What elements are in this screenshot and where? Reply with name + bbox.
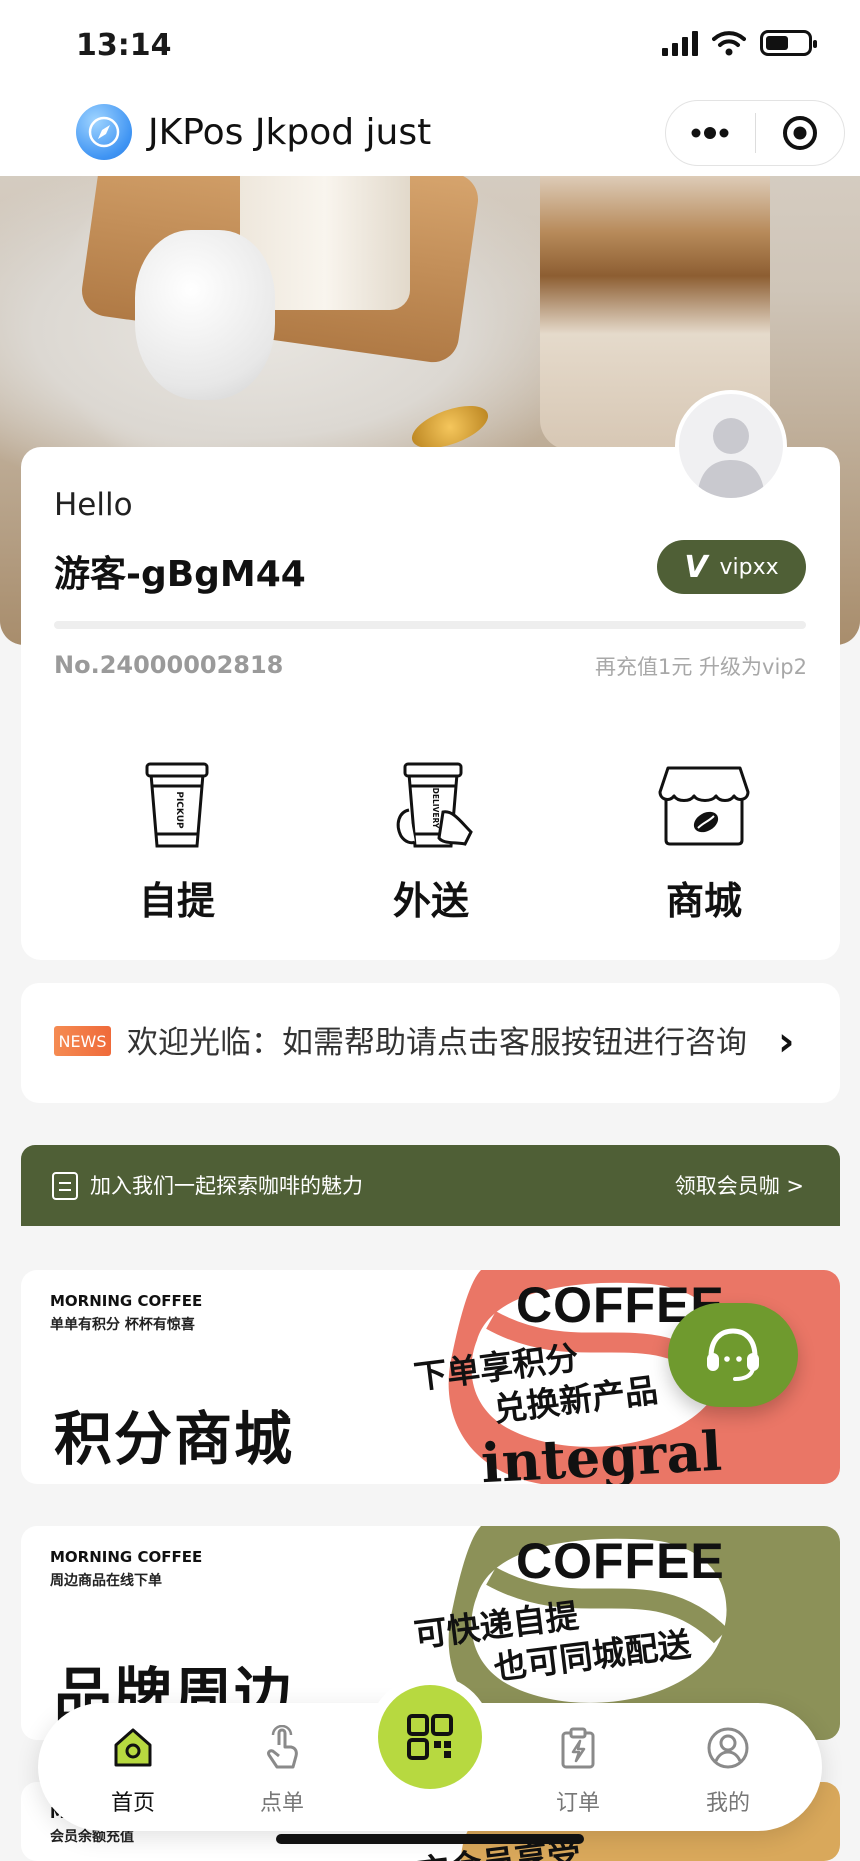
service-store[interactable]: 商城: [624, 752, 784, 925]
store-icon: [658, 766, 750, 846]
notice-bar[interactable]: NEWS 欢迎光临：如需帮助请点击客服按钮进行咨询 ›: [21, 983, 840, 1103]
more-menu-button[interactable]: [666, 101, 755, 165]
username[interactable]: 游客-gBgM44: [54, 545, 306, 597]
avatar[interactable]: [675, 390, 787, 502]
claim-member-coffee-link[interactable]: 领取会员咖 >: [675, 1170, 804, 1200]
app-title: JKPos Jkpod just: [148, 112, 432, 153]
promo-subtitle: 周边商品在线下单: [50, 1573, 162, 1589]
promo-script-word: integral: [479, 1418, 724, 1484]
tab-label: 我的: [705, 1791, 750, 1816]
headset-icon: [707, 1328, 759, 1381]
promo-title: 积分商城: [54, 1405, 295, 1473]
vip-v-icon: V: [684, 549, 708, 585]
service-label: 自提: [138, 879, 215, 923]
service-delivery[interactable]: DELIVERY 外送: [351, 752, 511, 925]
battery-icon: [760, 30, 817, 56]
tab-label: 首页: [110, 1791, 155, 1816]
home-icon: [114, 1728, 152, 1767]
tab-order-menu[interactable]: 点单: [232, 1724, 332, 1817]
mini-program-capsule: [665, 100, 845, 166]
member-number: No.24000002818: [54, 651, 284, 679]
service-label: 外送: [392, 879, 469, 923]
tab-label: 点单: [259, 1791, 304, 1816]
order-clipboard-icon: [561, 1727, 595, 1769]
default-avatar-icon: [697, 418, 765, 498]
tab-bar: 首页 点单 订单 我的: [38, 1685, 822, 1831]
svg-text:DELIVERY: DELIVERY: [431, 788, 440, 829]
qr-scan-icon: [407, 1714, 453, 1760]
more-dots-icon: [691, 127, 729, 139]
tab-label: 订单: [555, 1791, 600, 1816]
service-label: 商城: [665, 879, 742, 923]
profile-icon: [707, 1727, 749, 1769]
vip-badge[interactable]: V vipxx: [657, 540, 806, 594]
home-indicator: [276, 1834, 584, 1844]
scan-code-button[interactable]: [378, 1685, 482, 1789]
chevron-right-icon: ›: [778, 1019, 795, 1065]
cellular-signal-icon: [662, 30, 698, 56]
promo-kicker: MORNING COFFEE: [50, 1292, 203, 1310]
svg-text:PICKUP: PICKUP: [174, 791, 184, 829]
promo-subtitle: 单单有积分 杯杯有惊喜: [50, 1317, 195, 1333]
app-logo-icon: [76, 104, 132, 160]
delivery-cup-icon: DELIVERY: [396, 762, 473, 848]
promo-kicker: MORNING COFFEE: [50, 1548, 203, 1566]
document-icon: [52, 1172, 78, 1200]
status-bar: 13:14: [0, 0, 860, 92]
pickup-cup-icon: PICKUP: [145, 762, 209, 848]
customer-service-button[interactable]: [668, 1303, 798, 1407]
news-tag: NEWS: [54, 1026, 111, 1056]
target-close-icon: [782, 116, 817, 150]
vip-progress-bar: [54, 621, 806, 629]
tab-orders[interactable]: 订单: [528, 1725, 628, 1817]
upgrade-hint: 再充值1元 升级为vip2: [595, 655, 807, 679]
join-banner[interactable]: 加入我们一起探索咖啡的魅力 领取会员咖 >: [21, 1145, 840, 1226]
close-mini-program-button[interactable]: [756, 101, 845, 165]
wifi-icon: [712, 31, 746, 56]
status-time: 13:14: [76, 28, 172, 63]
notice-text: 欢迎光临：如需帮助请点击客服按钮进行咨询: [127, 1025, 747, 1061]
service-pickup[interactable]: PICKUP 自提: [97, 752, 257, 925]
tap-hand-icon: [267, 1724, 298, 1769]
join-banner-text: 加入我们一起探索咖啡的魅力: [90, 1174, 363, 1198]
mini-program-title-bar: JKPos Jkpod just: [0, 92, 860, 176]
vip-level: vipxx: [719, 554, 779, 580]
tab-home[interactable]: 首页: [83, 1725, 183, 1817]
member-card: Hello 游客-gBgM44 V vipxx No.24000002818 再…: [21, 447, 840, 960]
tab-profile[interactable]: 我的: [678, 1725, 778, 1817]
greeting: Hello: [54, 487, 133, 523]
promo-art-word: COFFEE: [516, 1533, 725, 1589]
